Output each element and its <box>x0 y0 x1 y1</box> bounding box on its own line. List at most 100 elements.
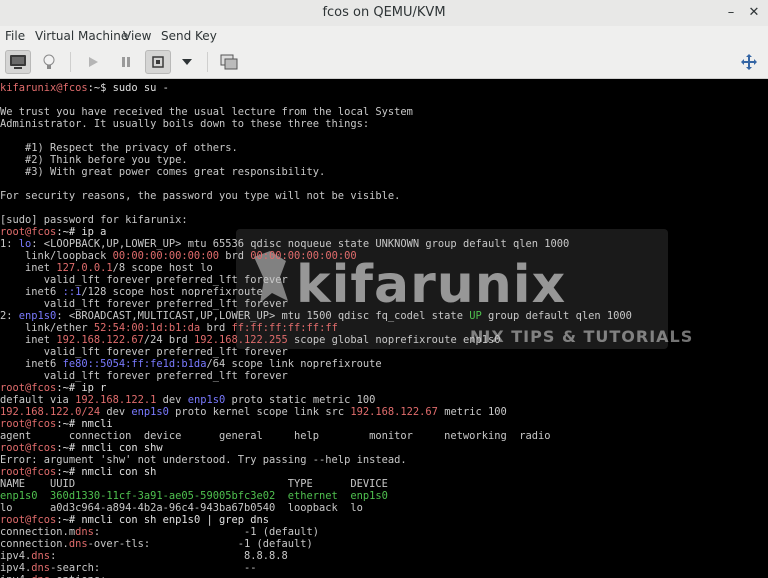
terminal-text: -options: -- <box>50 574 256 578</box>
terminal-text: :~# nmcli <box>56 418 113 430</box>
minimize-button[interactable]: – <box>722 4 740 22</box>
menu-virtual-machine[interactable]: Virtual Machine <box>35 29 128 43</box>
pause-button[interactable] <box>113 50 139 74</box>
shutdown-button[interactable] <box>145 50 171 74</box>
terminal-line: [sudo] password for kifarunix: <box>0 214 188 226</box>
terminal-text: 52:54:00:1d:b1:da <box>93 322 201 334</box>
terminal-line: inet 192.168.122.67/24 brd 192.168.122.2… <box>0 334 501 346</box>
terminal-text: 00:00:00:00:00:00 <box>112 250 219 262</box>
terminal-text: dns <box>75 526 94 538</box>
menu-view[interactable]: View <box>123 29 151 43</box>
terminal-text: proto static metric 100 <box>225 394 376 406</box>
terminal-line: 2: enp1s0: <BROADCAST,MULTICAST,UP,LOWER… <box>0 310 632 322</box>
terminal-line: lo a0d3c964-a894-4b2a-96c4-943ba67b0540 … <box>0 502 363 514</box>
terminal-line: 192.168.122.0/24 dev enp1s0 proto kernel… <box>0 406 507 418</box>
terminal-line: connection.dns-over-tls: -1 (default) <box>0 538 313 550</box>
terminal-line: valid_lft forever preferred_lft forever <box>0 274 288 286</box>
terminal-line: enp1s0 360d1330-11cf-3a91-ae05-59005bfc3… <box>0 490 388 502</box>
window-titlebar: fcos on QEMU/KVM – ✕ <box>0 0 768 27</box>
terminal-text: #3) With great power comes great respons… <box>0 166 326 178</box>
terminal-text: /128 scope host noprefixroute <box>81 286 263 298</box>
snapshot-button[interactable] <box>216 50 242 74</box>
terminal-text: root@fcos <box>0 466 57 478</box>
terminal-text: ::1 <box>62 286 82 298</box>
terminal-text: dev <box>100 406 132 418</box>
terminal-line: valid_lft forever preferred_lft forever <box>0 298 288 310</box>
terminal-text: enp1s0 <box>18 310 57 322</box>
terminal-line: link/loopback 00:00:00:00:00:00 brd 00:0… <box>0 250 357 262</box>
terminal-line: inet6 fe80::5054:ff:fe1d:b1da/64 scope l… <box>0 358 382 370</box>
terminal-text: /64 scope link noprefixroute <box>206 358 382 370</box>
terminal-line: root@fcos:~# nmcli <box>0 418 113 430</box>
terminal-line: 1: lo: <LOOPBACK,UP,LOWER_UP> mtu 65536 … <box>0 238 569 250</box>
terminal-line: ipv4.dns-options: -- <box>0 574 257 578</box>
terminal-line: root@fcos:~# ip r <box>0 382 106 394</box>
terminal-line: For security reasons, the password you t… <box>0 190 400 202</box>
terminal-text: 192.168.122.0/24 <box>0 406 101 418</box>
console-icon <box>10 55 26 69</box>
terminal-text: ipv4. <box>0 550 32 562</box>
details-button[interactable] <box>36 50 62 74</box>
terminal-text: connection. <box>0 538 69 550</box>
terminal-text: link/ether <box>0 322 94 334</box>
terminal-text: root@fcos <box>0 418 57 430</box>
terminal-text: root@fcos <box>0 442 57 454</box>
terminal-line: inet 127.0.0.1/8 scope host lo <box>0 262 213 274</box>
details-icon <box>43 54 55 69</box>
terminal-text: valid_lft forever preferred_lft forever <box>0 298 288 310</box>
terminal-text: enp1s0 <box>131 406 169 418</box>
terminal-line: ipv4.dns: 8.8.8.8 <box>0 550 288 562</box>
snapshot-icon <box>220 54 238 70</box>
terminal-text: proto kernel scope link src <box>168 406 351 418</box>
toolbar <box>0 46 768 79</box>
terminal-text: inet6 <box>0 286 63 298</box>
terminal-line: Administrator. It usually boils down to … <box>0 118 369 130</box>
terminal-text: brd <box>200 322 232 334</box>
terminal-text: scope global noprefixroute enp1s0 <box>287 334 501 346</box>
vm-console-terminal[interactable]: kifarunix NIX TIPS & TUTORIALS kifarunix… <box>0 79 768 578</box>
terminal-text: dns <box>68 538 88 550</box>
fullscreen-button[interactable] <box>736 50 762 74</box>
terminal-text: UP <box>469 310 482 322</box>
terminal-line: root@fcos:~# nmcli con shw <box>0 442 163 454</box>
terminal-line: link/ether 52:54:00:1d:b1:da brd ff:ff:f… <box>0 322 338 334</box>
terminal-text: : <BROADCAST,MULTICAST,UP,LOWER_UP> mtu … <box>56 310 470 322</box>
run-button[interactable] <box>80 50 106 74</box>
terminal-text: root@fcos <box>0 382 57 394</box>
terminal-text: :~$ sudo su - <box>87 82 169 94</box>
terminal-text: enp1s0 <box>187 394 226 406</box>
terminal-text: group default qlen 1000 <box>481 310 632 322</box>
terminal-text: brd <box>218 250 251 262</box>
menu-file[interactable]: File <box>5 29 25 43</box>
terminal-line: connection.mdns: -1 (default) <box>0 526 319 538</box>
terminal-text: For security reasons, the password you t… <box>0 190 401 202</box>
terminal-text: 127.0.0.1 <box>56 262 113 274</box>
terminal-line: Error: argument 'shw' not understood. Tr… <box>0 454 407 466</box>
terminal-text: [sudo] password for kifarunix: <box>0 214 188 226</box>
terminal-text: :~# nmcli con shw <box>56 442 163 454</box>
fullscreen-icon <box>741 54 757 70</box>
terminal-text: 192.168.122.255 <box>193 334 288 346</box>
terminal-text: We trust you have received the usual lec… <box>0 106 413 118</box>
terminal-text: :~# ip a <box>56 226 107 238</box>
window-title: fcos on QEMU/KVM <box>322 5 446 20</box>
shutdown-menu-button[interactable] <box>174 50 200 74</box>
watermark-brand: kifarunix <box>296 255 567 315</box>
close-button[interactable]: ✕ <box>745 4 763 22</box>
terminal-text: /8 scope host lo <box>112 262 213 274</box>
menu-send-key[interactable]: Send Key <box>161 29 217 43</box>
terminal-line: #1) Respect the privacy of others. <box>0 142 238 154</box>
console-button[interactable] <box>5 50 31 74</box>
terminal-text: inet <box>0 262 57 274</box>
terminal-line: NAME UUID TYPE DEVICE <box>0 478 388 490</box>
terminal-text: : 8.8.8.8 <box>50 550 288 562</box>
terminal-line: root@fcos:~# ip a <box>0 226 106 238</box>
toolbar-separator <box>207 52 208 72</box>
terminal-text: lo a0d3c964-a894-4b2a-96c4-943ba67b0540 … <box>0 502 363 514</box>
terminal-text: dns <box>31 562 51 574</box>
terminal-text: :~# nmcli con sh enp1s0 | grep dns <box>56 514 270 526</box>
watermark-tagline: NIX TIPS & TUTORIALS <box>470 327 694 346</box>
terminal-text: enp1s0 360d1330-11cf-3a91-ae05-59005bfc3… <box>0 490 388 502</box>
terminal-line: default via 192.168.122.1 dev enp1s0 pro… <box>0 394 375 406</box>
terminal-text: link/loopback <box>0 250 113 262</box>
